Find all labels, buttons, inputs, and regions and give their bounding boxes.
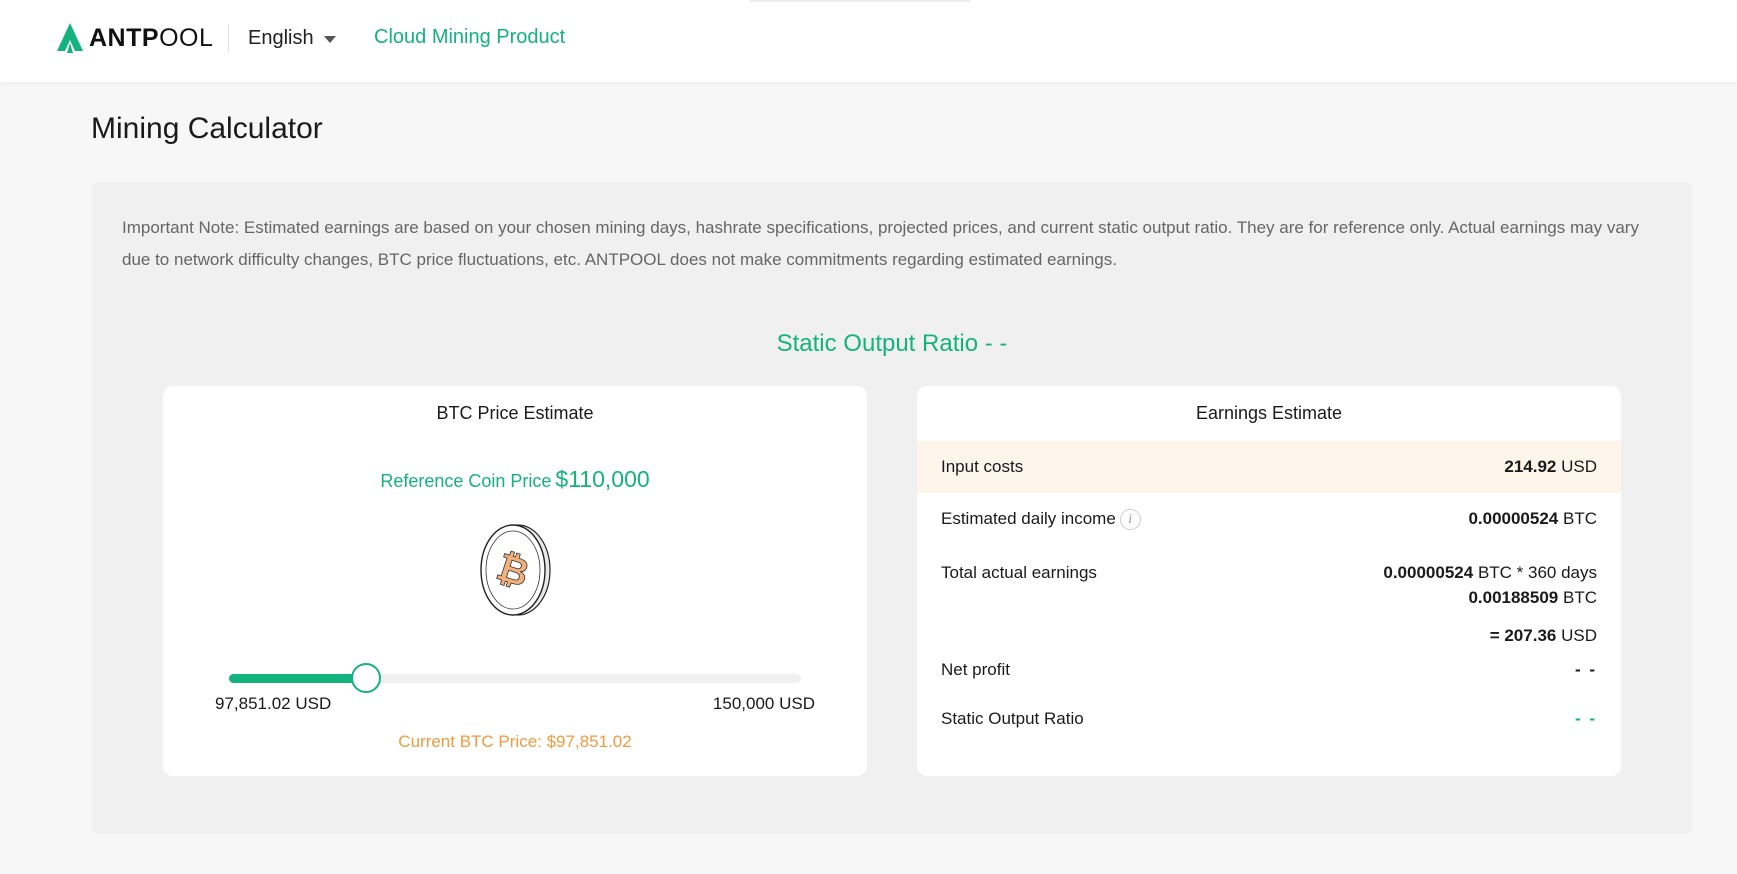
- antpool-logo-icon: [57, 23, 83, 53]
- btc-price-slider[interactable]: [229, 660, 801, 696]
- input-costs-row: Input costs 214.92 USD: [917, 441, 1621, 493]
- static-output-ratio-row: Static Output Ratio - -: [917, 693, 1621, 745]
- net-profit-label: Net profit: [941, 660, 1010, 679]
- antpool-logo[interactable]: ANTPOOL: [57, 22, 213, 54]
- reference-coin-price: Reference Coin Price $110,000: [163, 466, 867, 493]
- daily-income-label-wrap: Estimated daily income i: [941, 508, 1141, 530]
- slider-min-label: 97,851.02 USD: [215, 694, 332, 713]
- slider-fill: [229, 674, 366, 683]
- net-profit-row: Net profit - -: [917, 644, 1621, 696]
- btc-price-card-title: BTC Price Estimate: [436, 403, 594, 423]
- earnings-card-title: Earnings Estimate: [1195, 403, 1343, 423]
- static-output-ratio-heading: Static Output Ratio - -: [776, 330, 1008, 357]
- daily-income-value: 0.00000524 BTC: [1468, 509, 1597, 528]
- slider-thumb[interactable]: [351, 663, 381, 693]
- top-header: ANTPOOL English Cloud Mining Product: [0, 0, 1737, 82]
- total-earnings-label: Total actual earnings: [941, 563, 1097, 582]
- page-title: Mining Calculator: [91, 112, 323, 145]
- calculator-panel: Important Note: Estimated earnings are b…: [92, 182, 1692, 834]
- total-earnings-btc: 0.00188509 BTC: [1468, 588, 1597, 607]
- reference-price-label: Reference Coin Price: [380, 471, 552, 491]
- reference-price-value: $110,000: [555, 466, 650, 492]
- daily-income-label: Estimated daily income: [941, 509, 1116, 528]
- logo-wordmark: ANTPOOL: [89, 23, 214, 52]
- header-accent-bar: [750, 0, 970, 2]
- caret-down-icon: [323, 35, 336, 43]
- current-btc-price: Current BTC Price: $97,851.02: [398, 732, 632, 751]
- btc-price-estimate-card: BTC Price Estimate Reference Coin Price $…: [163, 386, 867, 776]
- earnings-estimate-card: Earnings Estimate Input costs 214.92 USD…: [917, 386, 1621, 776]
- static-output-ratio-label: Static Output Ratio: [941, 709, 1084, 728]
- slider-max-label: 150,000 USD: [712, 694, 815, 713]
- input-costs-label: Input costs: [941, 457, 1024, 476]
- important-note: Important Note: Estimated earnings are b…: [122, 218, 1639, 269]
- language-selector[interactable]: English: [248, 24, 336, 52]
- info-icon[interactable]: i: [1119, 508, 1141, 530]
- input-costs-value: 214.92 USD: [1504, 457, 1597, 476]
- static-output-ratio-value: - -: [1574, 709, 1597, 728]
- bitcoin-coin-icon: ₿: [480, 524, 551, 616]
- net-profit-value: - -: [1574, 660, 1597, 679]
- language-label: English: [248, 26, 314, 49]
- total-earnings-usd: = 207.36 USD: [1489, 626, 1597, 645]
- header-divider: [228, 24, 229, 52]
- nav-cloud-mining-product[interactable]: Cloud Mining Product: [374, 26, 565, 49]
- daily-income-row: Estimated daily income i 0.00000524 BTC: [917, 493, 1621, 545]
- total-earnings-formula: 0.00000524 BTC * 360 days: [1383, 563, 1597, 582]
